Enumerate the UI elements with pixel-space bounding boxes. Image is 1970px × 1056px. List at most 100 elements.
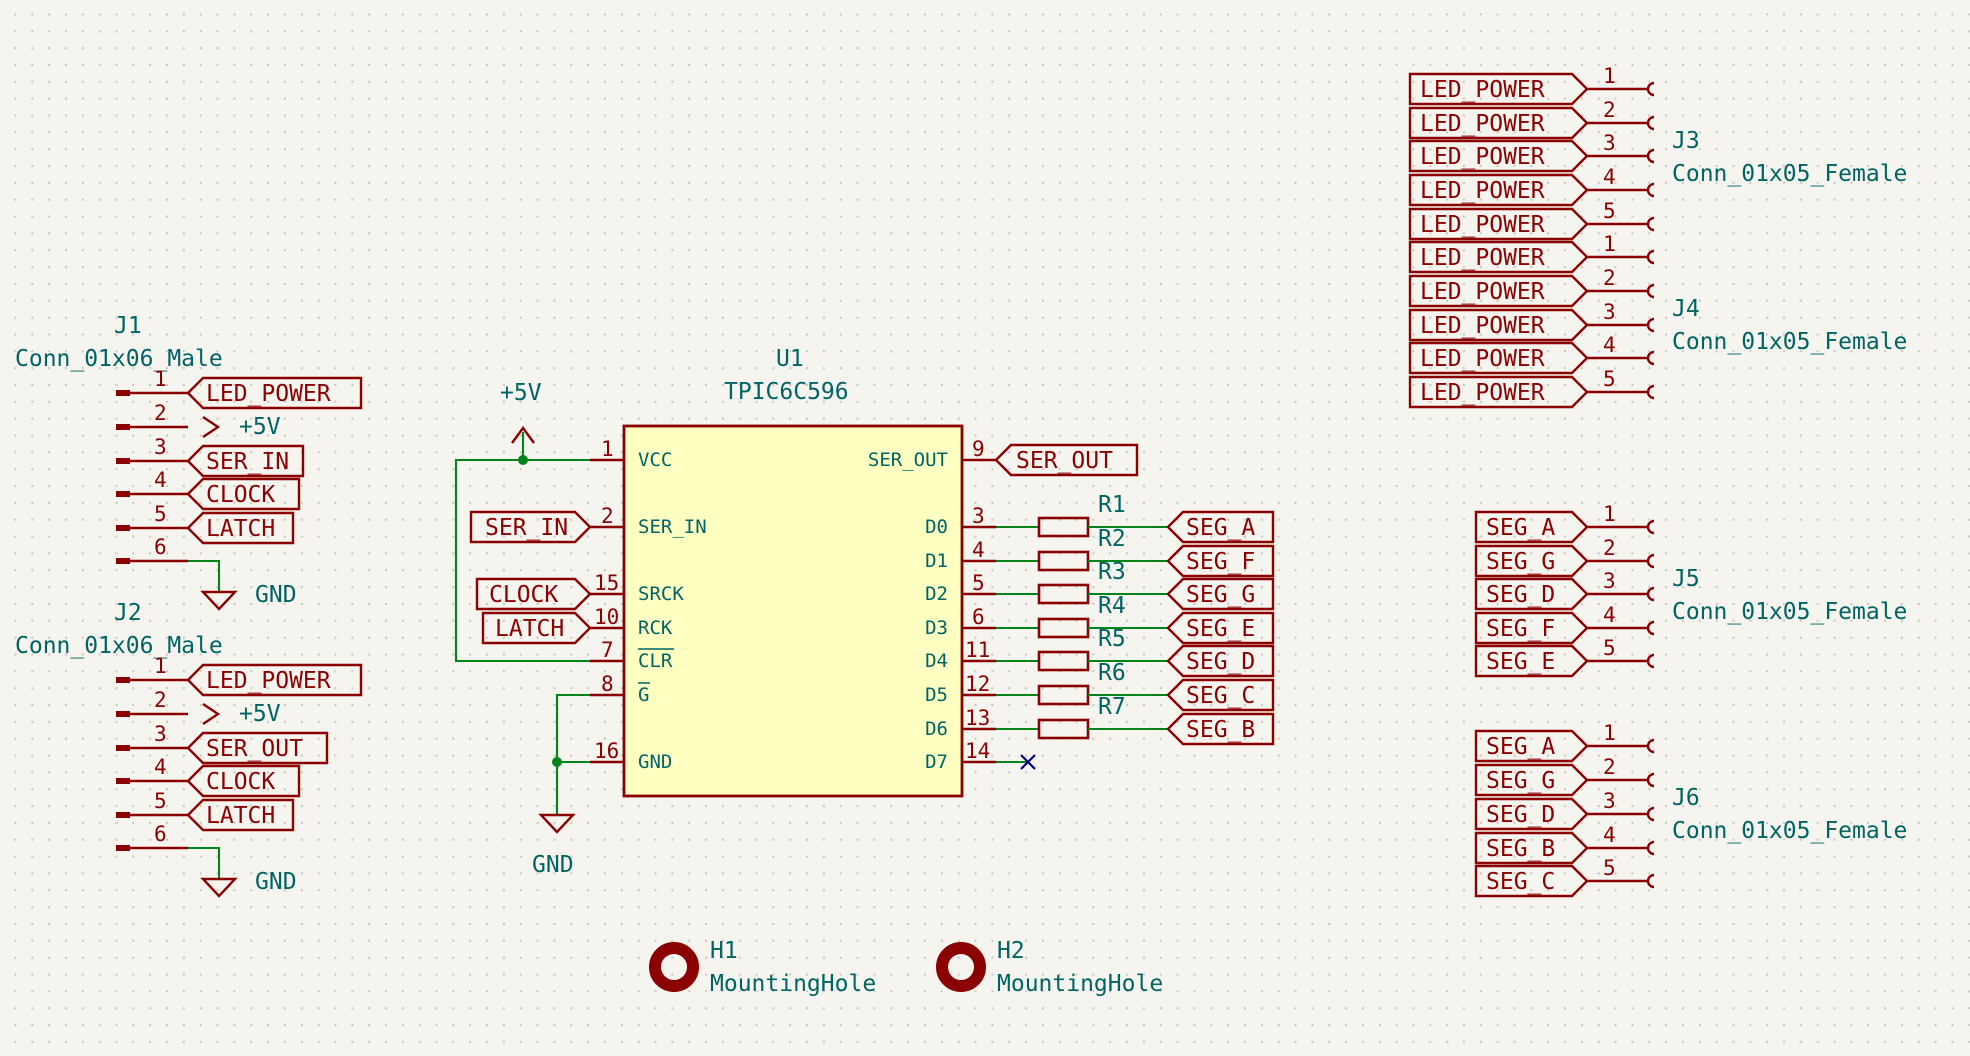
socket-icon: [1646, 840, 1655, 856]
connector-label: LED_POWER: [1420, 346, 1545, 372]
connector-pin-number: 3: [1603, 569, 1616, 593]
resistor-body: [1037, 617, 1090, 639]
j2-power-5v: +5V: [239, 701, 281, 727]
mounting-hole-h1[interactable]: H1 MountingHole: [649, 938, 876, 997]
u1-pin-number: 13: [965, 706, 990, 730]
u1-label-ser-out: SER_OUT: [1016, 448, 1113, 474]
j1-pins: 1 2 3 4 5 6: [116, 367, 188, 564]
u1-pin-number: 5: [972, 571, 985, 595]
u1-pin-name: SER_OUT: [868, 449, 948, 471]
j1-power-gnd: GND: [255, 582, 297, 608]
j3-value: Conn_01x05_Female: [1672, 161, 1907, 187]
socket-icon: [1646, 350, 1655, 366]
socket-icon: [1646, 553, 1655, 569]
connector-label: LED_POWER: [1420, 77, 1545, 103]
j2-pin-number: 5: [154, 789, 167, 813]
socket-icon: [1646, 283, 1655, 299]
j5-value: Conn_01x05_Female: [1672, 599, 1907, 625]
power-arrow-icon: [202, 416, 221, 438]
j1-gnd-wire: [188, 559, 221, 592]
resistor-reference: R3: [1098, 559, 1126, 585]
socket-icon: [1646, 519, 1655, 535]
j2-pins: 1 2 3 4 5 6: [116, 654, 188, 851]
connector-label: SEG_A: [1486, 515, 1555, 541]
u1-pin-name: VCC: [638, 449, 672, 471]
seg-label: SEG_C: [1186, 683, 1255, 709]
u1-pin-number: 6: [972, 605, 985, 629]
connector-pin-number: 2: [1603, 266, 1616, 290]
connector-label: LED_POWER: [1420, 144, 1545, 170]
connector-j1[interactable]: J1 Conn_01x06_Male 1 2 3 4 5 6 LED_POWER…: [15, 313, 363, 611]
u1-pin-name: SER_IN: [638, 516, 707, 538]
j2-label-clock: CLOCK: [206, 769, 275, 795]
connector-pin-number: 5: [1603, 199, 1616, 223]
connector-j4[interactable]: J4 Conn_01x05_Female LED_POWER 1 LED_POWER…: [1408, 232, 1907, 409]
no-connect-icon: [996, 754, 1036, 770]
socket-icon: [1646, 182, 1655, 198]
j4-value: Conn_01x05_Female: [1672, 329, 1907, 355]
connector-pin-number: 4: [1603, 333, 1616, 357]
ground-icon: [200, 877, 238, 898]
connector-pin-number: 4: [1603, 165, 1616, 189]
resistor[interactable]: R1 SEG_A: [996, 492, 1275, 544]
connector-label: SEG_D: [1486, 802, 1555, 828]
j1-pin-number: 5: [154, 502, 167, 526]
connector-pin-number: 1: [1603, 232, 1616, 256]
j1-pin-number: 3: [154, 435, 167, 459]
j2-reference: J2: [114, 600, 142, 626]
connector-j6[interactable]: J6 Conn_01x05_Female SEG_A 1 SEG_G 2 SEG_D 3 S…: [1474, 721, 1907, 898]
u1-pin-number: 12: [965, 672, 990, 696]
connector-pin-number: 1: [1603, 721, 1616, 745]
u1-pin-name: GND: [638, 751, 672, 773]
connector-j5[interactable]: J5 Conn_01x05_Female SEG_A 1 SEG_G 2 SEG_D 3 S…: [1474, 502, 1907, 678]
socket-icon: [1646, 115, 1655, 131]
resistor-body: [1037, 650, 1090, 672]
socket-icon: [1646, 620, 1655, 636]
connector-label: SEG_E: [1486, 649, 1555, 675]
u1-pin-name: D3: [925, 617, 948, 639]
connector-label: SEG_G: [1486, 549, 1555, 575]
connector-pin-number: 1: [1603, 502, 1616, 526]
connector-pin-number: 1: [1603, 64, 1616, 88]
j1-reference: J1: [114, 313, 142, 339]
seg-label: SEG_G: [1186, 582, 1255, 608]
h1-value: MountingHole: [710, 971, 876, 997]
connector-j2[interactable]: J2 Conn_01x06_Male 1 2 3 4 5 6 LED_POWER…: [15, 600, 363, 898]
u1-label-latch: LATCH: [495, 616, 564, 642]
connector-label: SEG_B: [1486, 836, 1555, 862]
j1-label-latch: LATCH: [206, 516, 275, 542]
u1-pin-number: 2: [601, 504, 614, 528]
j2-pin-number: 3: [154, 722, 167, 746]
resistor-array: R1 SEG_A R2 SEG_F R3 SEG_G R4 SEG_E R5 SEG_D R6 SEG…: [996, 492, 1275, 746]
gnd-wire: [555, 693, 590, 815]
junction-dot: [518, 455, 528, 465]
mounting-hole-h2[interactable]: H2 MountingHole: [936, 938, 1163, 997]
connector-label: SEG_D: [1486, 582, 1555, 608]
connector-label: SEG_G: [1486, 768, 1555, 794]
u1-pin-name: D6: [925, 718, 948, 740]
u1-pin-number: 3: [972, 504, 985, 528]
u1-pin-name: D1: [925, 550, 948, 572]
connector-label: LED_POWER: [1420, 245, 1545, 271]
mounting-hole-icon: [936, 942, 986, 992]
connector-label: LED_POWER: [1420, 111, 1545, 137]
connector-label: LED_POWER: [1420, 380, 1545, 406]
ic-u1[interactable]: U1 TPIC6C596 1 2 15 10 7 8 16 VCC SER_IN…: [590, 346, 996, 798]
resistor-body: [1037, 516, 1090, 538]
j2-label-ser-out: SER_OUT: [206, 736, 303, 762]
socket-icon: [1646, 216, 1655, 232]
u1-power-gnd: GND: [532, 852, 574, 878]
connector-pin-number: 2: [1603, 98, 1616, 122]
schematic-canvas: J1 Conn_01x06_Male 1 2 3 4 5 6 LED_POWER…: [15, 64, 1907, 997]
connector-pin-number: 5: [1603, 856, 1616, 880]
j1-pin-number: 4: [154, 468, 167, 492]
j1-label-led-power: LED_POWER: [206, 381, 331, 407]
j1-label-ser-in: SER_IN: [206, 449, 289, 475]
socket-icon: [1646, 653, 1655, 669]
socket-icon: [1646, 772, 1655, 788]
u1-pin-number: 11: [965, 638, 990, 662]
connector-j3[interactable]: J3 Conn_01x05_Female LED_POWER 1 LED_POWER…: [1408, 64, 1907, 241]
j2-pin-number: 1: [154, 654, 167, 678]
socket-icon: [1646, 148, 1655, 164]
j1-pin-number: 2: [154, 401, 167, 425]
